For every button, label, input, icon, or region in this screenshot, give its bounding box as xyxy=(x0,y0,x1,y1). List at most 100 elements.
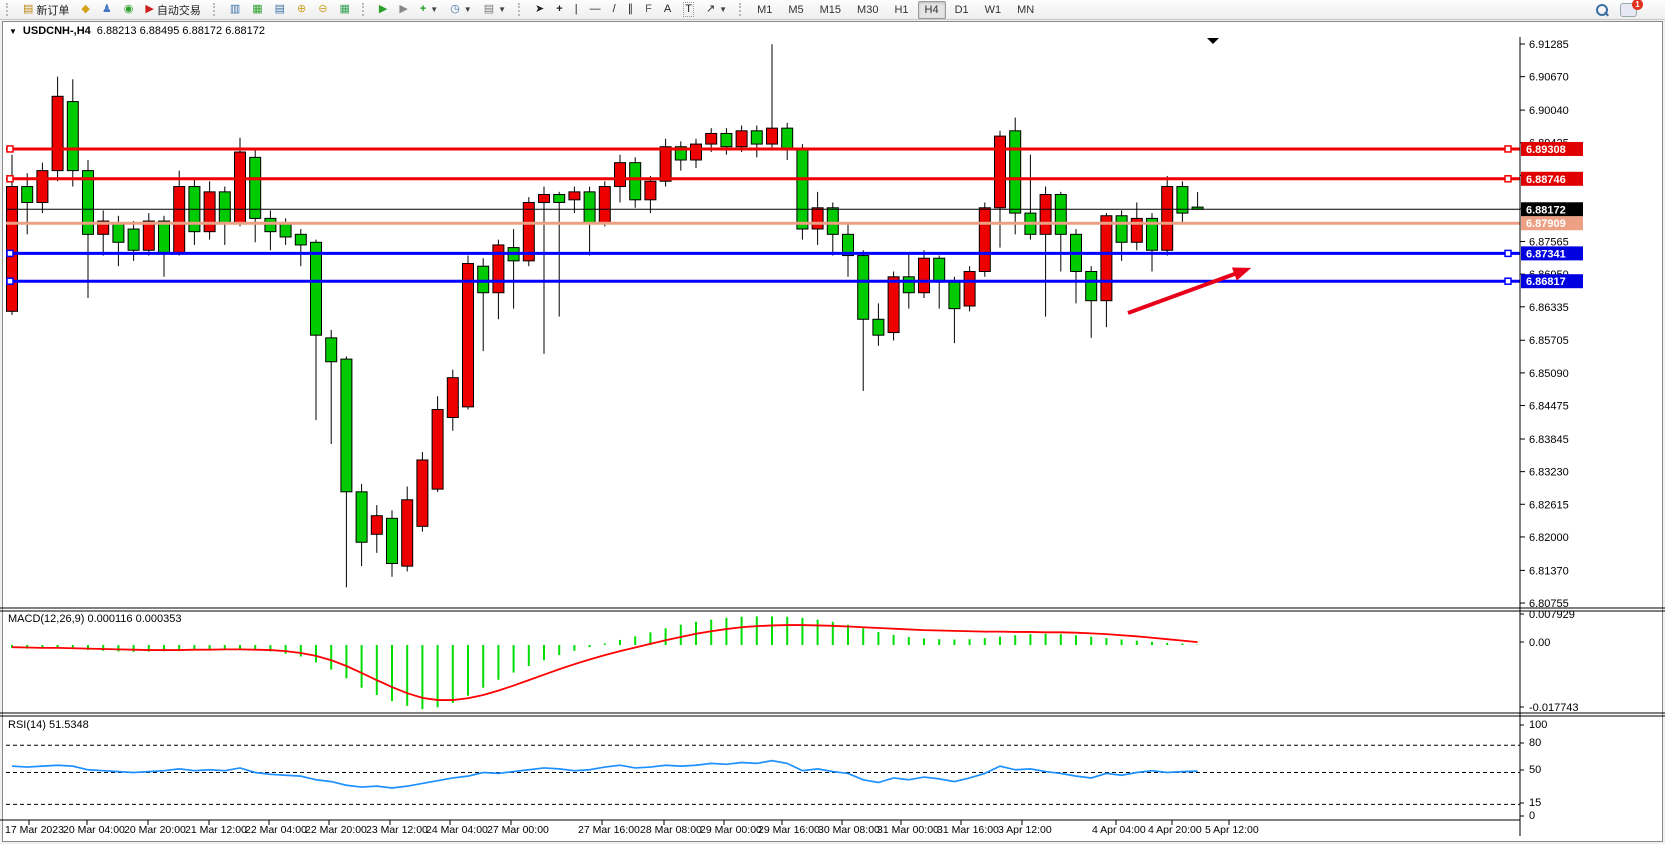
candle xyxy=(356,484,367,566)
time-axis-label: 30 Mar 08:00 xyxy=(818,824,880,836)
candle xyxy=(539,187,550,354)
price-axis-tick: 6.91285 xyxy=(1529,39,1569,51)
line-handle[interactable] xyxy=(1505,176,1511,182)
candle xyxy=(174,171,185,256)
candle xyxy=(83,160,94,298)
support-line-1[interactable] xyxy=(6,250,1520,256)
chart-canvas[interactable]: 6.912856.906706.900406.894256.888106.881… xyxy=(0,0,1665,844)
line-handle[interactable] xyxy=(7,250,13,256)
candle xyxy=(1177,181,1188,223)
candle xyxy=(1071,229,1082,303)
price-axis-tick: 6.84475 xyxy=(1529,401,1569,413)
macd-axis-tick: -0.017743 xyxy=(1529,702,1579,714)
price-axis-tick: 6.83845 xyxy=(1529,434,1569,446)
price-axis-tick: 6.82615 xyxy=(1529,499,1569,511)
candle xyxy=(1025,155,1036,240)
price-tag: 6.87909 xyxy=(1521,216,1583,230)
price-axis-tick: 6.90040 xyxy=(1529,105,1569,117)
rsi-axis-tick: 100 xyxy=(1529,719,1547,731)
candle xyxy=(1162,176,1173,256)
candle xyxy=(143,213,154,255)
candle xyxy=(387,510,398,576)
candle xyxy=(204,181,215,239)
candle xyxy=(797,144,808,240)
chart-shift-marker[interactable] xyxy=(1207,38,1219,44)
time-axis-label: 23 Mar 12:00 xyxy=(366,824,428,836)
svg-text:6.86817: 6.86817 xyxy=(1526,276,1566,288)
candle xyxy=(1010,118,1021,235)
candle xyxy=(478,258,489,351)
macd-axis-tick: 0.007929 xyxy=(1529,609,1575,621)
price-tag: 6.88746 xyxy=(1521,172,1583,186)
time-axis-label: 4 Apr 04:00 xyxy=(1092,824,1146,836)
candle xyxy=(493,240,504,320)
candle xyxy=(1040,187,1051,317)
price-axis-tick: 6.86335 xyxy=(1529,302,1569,314)
candle xyxy=(630,157,641,207)
candle xyxy=(22,173,33,234)
candle xyxy=(584,187,595,256)
time-axis-label: 5 Apr 12:00 xyxy=(1205,824,1259,836)
candle xyxy=(843,224,854,277)
line-handle[interactable] xyxy=(1505,250,1511,256)
candle xyxy=(250,149,261,242)
svg-text:6.89308: 6.89308 xyxy=(1526,144,1566,156)
support-line-2[interactable] xyxy=(6,278,1520,284)
line-handle[interactable] xyxy=(7,278,13,284)
candle xyxy=(1055,192,1066,272)
candle xyxy=(964,266,975,311)
resistance-line-2[interactable] xyxy=(6,176,1520,182)
candle xyxy=(189,179,200,245)
candle xyxy=(827,202,838,255)
line-handle[interactable] xyxy=(1505,146,1511,152)
time-axis-label: 28 Mar 08:00 xyxy=(640,824,702,836)
candle xyxy=(265,210,276,250)
rsi-axis-tick: 0 xyxy=(1529,810,1535,822)
price-axis-tick: 6.83230 xyxy=(1529,467,1569,479)
candle xyxy=(417,452,428,532)
price-tag: 6.86817 xyxy=(1521,274,1583,288)
line-handle[interactable] xyxy=(7,176,13,182)
resistance-line-1[interactable] xyxy=(6,146,1520,152)
time-axis-label: 20 Mar 04:00 xyxy=(63,824,125,836)
candle xyxy=(691,139,702,168)
price-tag: 6.89308 xyxy=(1521,142,1583,156)
time-axis-label: 29 Mar 00:00 xyxy=(700,824,762,836)
svg-text:6.88172: 6.88172 xyxy=(1526,204,1566,216)
candle xyxy=(675,141,686,170)
candle xyxy=(979,202,990,276)
time-axis-label: 31 Mar 16:00 xyxy=(937,824,999,836)
price-axis-tick: 6.85705 xyxy=(1529,335,1569,347)
time-axis-label: 4 Apr 20:00 xyxy=(1148,824,1202,836)
price-tag: 6.88172 xyxy=(1521,202,1583,216)
price-axis-tick: 6.82000 xyxy=(1529,532,1569,544)
candle xyxy=(721,128,732,155)
candle xyxy=(812,192,823,245)
price-axis-tick: 6.85090 xyxy=(1529,368,1569,380)
candle xyxy=(873,303,884,345)
annotation-arrow[interactable] xyxy=(1128,267,1251,313)
candle xyxy=(767,44,778,149)
candle xyxy=(523,197,534,266)
candle xyxy=(599,181,610,226)
candle xyxy=(1086,266,1097,338)
macd-indicator xyxy=(12,616,1198,709)
svg-text:6.88746: 6.88746 xyxy=(1526,174,1566,186)
candle xyxy=(235,138,246,227)
candle xyxy=(463,256,474,410)
price-tag: 6.87341 xyxy=(1521,246,1583,260)
time-axis-label: 31 Mar 00:00 xyxy=(877,824,939,836)
candle xyxy=(447,370,458,431)
candle xyxy=(1192,192,1203,209)
candle xyxy=(128,221,139,261)
line-handle[interactable] xyxy=(7,146,13,152)
macd-signal-line xyxy=(12,625,1198,700)
candle xyxy=(159,216,170,277)
time-axis-label: 27 Mar 00:00 xyxy=(487,824,549,836)
rsi-line xyxy=(12,761,1198,788)
candle xyxy=(645,176,656,213)
candle xyxy=(311,240,322,421)
candle xyxy=(508,229,519,309)
line-handle[interactable] xyxy=(1505,278,1511,284)
rsi-label: RSI(14) 51.5348 xyxy=(8,719,89,731)
